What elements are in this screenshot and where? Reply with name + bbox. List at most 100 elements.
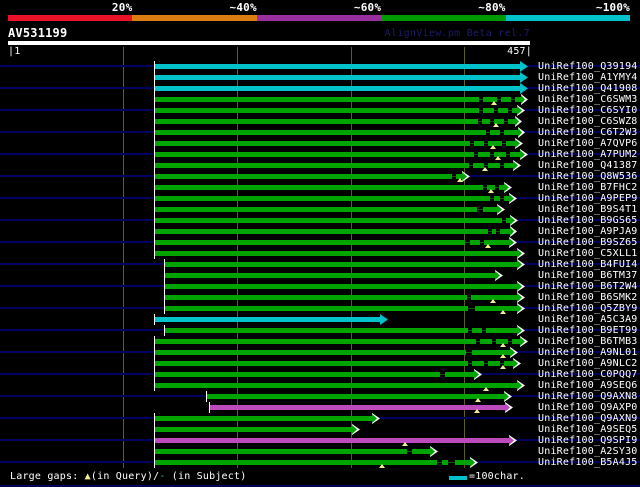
alignment-label[interactable]: UniRef100_B5A4J5	[538, 457, 638, 468]
alignment-label[interactable]: UniRef100_B7FHC2	[538, 182, 638, 193]
alignment-label[interactable]: UniRef100_A9SEQ5	[538, 424, 638, 435]
alignment-plot: UniRef100_Q39194 UniRef100_A1YMY4 UniRef10…	[0, 0, 640, 487]
alignment-label[interactable]: UniRef100_B4FUI4	[538, 259, 638, 270]
alignment-label[interactable]: UniRef100_Q9AXP0	[538, 402, 638, 413]
alignment-bar[interactable]	[155, 119, 515, 124]
alignment-bar[interactable]	[210, 405, 505, 410]
alignment-bar[interactable]	[155, 460, 470, 465]
alignment-bar[interactable]	[155, 229, 510, 234]
alignment-bar[interactable]	[155, 438, 509, 443]
alignment-gap-connector	[469, 165, 473, 166]
alignment-label[interactable]: UniRef100_B9ET99	[538, 325, 638, 336]
alignment-label[interactable]: UniRef100_A9SEQ6	[538, 380, 638, 391]
alignment-bar[interactable]	[155, 449, 430, 454]
alignment-bar[interactable]	[155, 361, 513, 366]
alignment-bar[interactable]	[155, 108, 517, 113]
alignment-bar[interactable]	[155, 416, 372, 421]
gaps-legend: Large gaps: ▲(in Query)/- (in Subject)	[10, 471, 246, 482]
alignment-bar[interactable]	[165, 295, 517, 300]
alignment-gap-connector	[478, 121, 482, 122]
alignment-label[interactable]: UniRef100_C0PQQ7	[538, 369, 638, 380]
alignment-bar[interactable]	[155, 317, 380, 322]
alignment-label[interactable]: UniRef100_A9NL01	[538, 347, 638, 358]
alignment-bar[interactable]	[165, 306, 517, 311]
alignment-label[interactable]: UniRef100_B6SMK2	[538, 292, 638, 303]
alignment-bar[interactable]	[155, 196, 509, 201]
alignment-gap-connector	[440, 374, 445, 375]
alignment-bar[interactable]	[155, 207, 497, 212]
alignment-label[interactable]: UniRef100_B6T2W4	[538, 281, 638, 292]
alignment-bar[interactable]	[155, 185, 504, 190]
alignment-label[interactable]: UniRef100_Q41387	[538, 160, 638, 171]
alignment-bar[interactable]	[165, 262, 517, 267]
alignment-label[interactable]: UniRef100_A9NLC2	[538, 358, 638, 369]
alignment-bar[interactable]	[155, 251, 517, 256]
alignment-gap-connector	[468, 363, 472, 364]
alignment-arrowhead[interactable]	[520, 61, 528, 72]
alignment-label[interactable]: UniRef100_Q5ZBY9	[538, 303, 638, 314]
alignment-arrowhead[interactable]	[520, 72, 528, 83]
alignment-gap-connector	[494, 110, 498, 111]
alignment-label[interactable]: UniRef100_B9S4T1	[538, 204, 638, 215]
alignment-bar[interactable]	[165, 284, 517, 289]
scale-ruler-icon	[449, 476, 467, 480]
alignment-gap-connector	[486, 132, 490, 133]
alignment-gap-connector	[483, 187, 487, 188]
alignment-label[interactable]: UniRef100_C5XLL1	[538, 248, 638, 259]
alignment-label[interactable]: UniRef100_C6SWZ8	[538, 116, 638, 127]
alignment-label[interactable]: UniRef100_A7QVP6	[538, 138, 638, 149]
alignment-bar[interactable]	[165, 328, 517, 333]
alignment-gap-connector	[479, 110, 483, 111]
alignment-label[interactable]: UniRef100_Q9AXN8	[538, 391, 638, 402]
alignment-bar[interactable]	[155, 350, 510, 355]
alignment-bar[interactable]	[155, 86, 520, 91]
alignment-label[interactable]: UniRef100_C6T2W3	[538, 127, 638, 138]
alignment-label[interactable]: UniRef100_A9PEP9	[538, 193, 638, 204]
alignment-bar[interactable]	[155, 75, 520, 80]
alignment-bar[interactable]	[155, 427, 352, 432]
alignment-label[interactable]: UniRef100_B9SZ65	[538, 237, 638, 248]
alignment-bar[interactable]	[155, 152, 520, 157]
alignment-label[interactable]: UniRef100_A5C3A9	[538, 314, 638, 325]
alignment-label[interactable]: UniRef100_A9PJA9	[538, 226, 638, 237]
alignment-bar[interactable]	[155, 240, 509, 245]
alignment-label[interactable]: UniRef100_Q39194	[538, 61, 638, 72]
alignment-bar[interactable]	[155, 383, 517, 388]
alignment-bar[interactable]	[155, 218, 510, 223]
alignment-label[interactable]: UniRef100_Q41908	[538, 83, 638, 94]
alignment-gap-connector	[504, 121, 508, 122]
gaps-legend-subject-text: (in Subject)	[165, 471, 247, 482]
alignment-bar[interactable]	[155, 339, 520, 344]
alignment-arrowhead[interactable]	[380, 314, 388, 325]
alignment-arrowhead[interactable]	[520, 83, 528, 94]
alignment-label[interactable]: UniRef100_B6TMB3	[538, 336, 638, 347]
alignment-bar[interactable]	[155, 372, 474, 377]
alignment-gap-connector	[484, 363, 488, 364]
alignment-gap-connector	[484, 165, 488, 166]
alignment-label[interactable]: UniRef100_Q9SPI9	[538, 435, 638, 446]
alignment-label[interactable]: UniRef100_A2SY30	[538, 446, 638, 457]
alignment-gap-connector	[477, 209, 483, 210]
alignment-bar[interactable]	[155, 130, 518, 135]
gaps-legend-prefix: Large gaps:	[10, 471, 85, 482]
alignment-label[interactable]: UniRef100_B6TM37	[538, 270, 638, 281]
alignment-label[interactable]: UniRef100_Q9AXN9	[538, 413, 638, 424]
alignment-bar[interactable]	[165, 273, 495, 278]
alignment-gap-connector	[467, 297, 471, 298]
alignment-label[interactable]: UniRef100_C6SYI0	[538, 105, 638, 116]
alignment-gap-connector	[470, 143, 474, 144]
alignment-gap-connector	[502, 220, 506, 221]
alignment-label[interactable]: UniRef100_Q8W536	[538, 171, 638, 182]
alignment-bar[interactable]	[155, 174, 462, 179]
alignment-bar[interactable]	[155, 97, 521, 102]
alignview-screen: 20% ~40% ~60% ~80% ~100% AV531199 AlignView.…	[0, 0, 640, 487]
alignment-gap-connector	[506, 154, 510, 155]
alignment-label[interactable]: UniRef100_A7PUM2	[538, 149, 638, 160]
alignment-label[interactable]: UniRef100_A1YMY4	[538, 72, 638, 83]
alignment-bar[interactable]	[155, 64, 520, 69]
alignment-bar[interactable]	[207, 394, 504, 399]
alignment-bar[interactable]	[155, 163, 513, 168]
alignment-label[interactable]: UniRef100_C6SWM3	[538, 94, 638, 105]
alignment-bar[interactable]	[155, 141, 515, 146]
alignment-label[interactable]: UniRef100_B9GS65	[538, 215, 638, 226]
